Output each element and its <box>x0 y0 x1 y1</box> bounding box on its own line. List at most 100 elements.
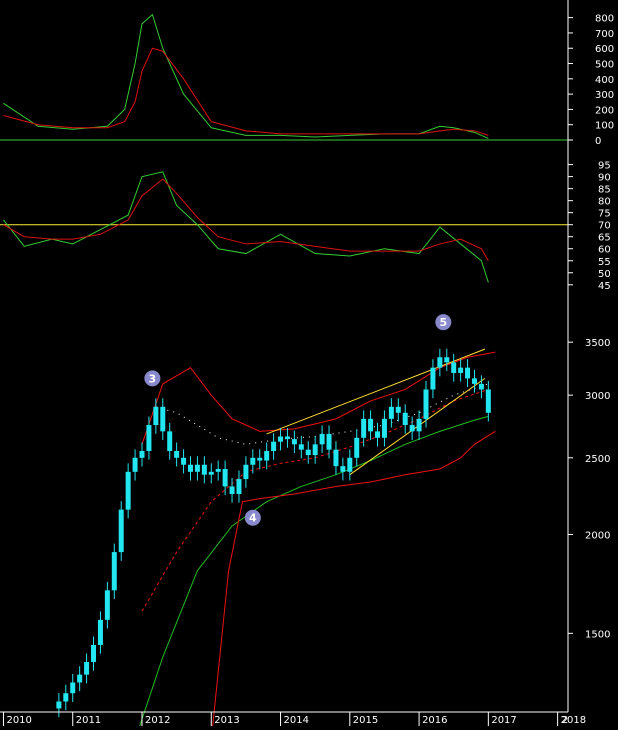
candle-body <box>181 457 187 465</box>
candle-body <box>451 362 457 373</box>
xtick-label: 2017 <box>491 715 516 726</box>
xtick-label: 2010 <box>6 715 31 726</box>
candle-body <box>132 457 138 472</box>
candle-body <box>174 450 180 458</box>
candle-body <box>257 457 263 461</box>
wave-marker-label: 5 <box>439 316 447 329</box>
top-ytick-label: 700 <box>595 29 614 40</box>
middle-ytick-label: 55 <box>598 257 611 268</box>
candle-body <box>77 674 83 683</box>
middle-ytick-label: 50 <box>598 269 611 280</box>
candle-body <box>264 450 270 461</box>
candle-body <box>208 471 214 475</box>
candle-body <box>84 661 90 675</box>
xtick-label: 2014 <box>284 715 309 726</box>
candle-body <box>423 389 429 419</box>
candle-body <box>201 464 207 475</box>
top-ytick-label: 200 <box>595 105 614 116</box>
wave-marker-label: 3 <box>149 372 157 385</box>
candle-body <box>70 682 76 694</box>
middle-ytick-label: 60 <box>598 245 611 256</box>
middle-ytick-label: 65 <box>598 233 611 244</box>
candle-body <box>312 444 318 456</box>
candle-body <box>388 406 394 419</box>
candle-body <box>194 464 200 472</box>
xtick-label: 2016 <box>422 715 447 726</box>
xtick-label: 2011 <box>76 715 101 726</box>
top-ytick-label: 800 <box>595 14 614 25</box>
xtick-label: 2012 <box>145 715 170 726</box>
middle-ytick-label: 85 <box>598 185 611 196</box>
candle-body <box>430 367 436 390</box>
candle-body <box>381 418 387 438</box>
candle-body <box>111 552 117 591</box>
candle-body <box>229 486 235 495</box>
candle-body <box>146 425 152 451</box>
price-ytick-label: 3500 <box>585 338 610 349</box>
candle-body <box>243 464 249 480</box>
top-ytick-label: 600 <box>595 44 614 55</box>
candle-body <box>250 457 256 465</box>
price-ytick-label: 2500 <box>585 454 610 465</box>
candle-body <box>104 590 110 620</box>
candle-body <box>402 412 408 426</box>
candle-body <box>222 468 228 487</box>
candle-body <box>97 619 103 645</box>
candle-body <box>167 431 173 451</box>
candle-body <box>298 444 304 450</box>
candle-body <box>271 441 277 451</box>
candle-body <box>125 471 131 510</box>
candle-body <box>347 457 353 472</box>
price-ytick-label: 2000 <box>585 530 610 541</box>
xtick-label: 2013 <box>214 715 239 726</box>
candle-body <box>444 357 450 363</box>
candle-body <box>319 433 325 445</box>
price-ytick-label: 3000 <box>585 391 610 402</box>
middle-ytick-label: 90 <box>598 173 611 184</box>
candle-body <box>485 389 491 413</box>
xtick-label-partial: 2 <box>562 715 568 726</box>
candle-body <box>278 436 284 442</box>
middle-ytick-label: 75 <box>598 209 611 220</box>
candle-body <box>409 425 415 432</box>
candle-body <box>326 433 332 450</box>
xtick-label: 2015 <box>353 715 378 726</box>
candle-body <box>56 701 62 709</box>
candle-body <box>305 449 311 456</box>
candle-body <box>91 644 97 662</box>
candle-body <box>368 418 374 432</box>
chart-svg: 800 700 600 500 400 300 200 100 0 95908580757065… <box>0 0 618 730</box>
candle-body <box>215 468 221 472</box>
candle-body <box>437 357 443 368</box>
candle-body <box>478 383 484 390</box>
candle-body <box>375 431 381 438</box>
middle-ytick-label: 45 <box>598 281 611 292</box>
candle-body <box>236 479 242 495</box>
candle-body <box>471 378 477 384</box>
top-ytick-label: 400 <box>595 75 614 86</box>
chart-stage: 800 700 600 500 400 300 200 100 0 95 90 85 80 75 70 65… <box>0 0 618 730</box>
chart-background <box>0 0 618 726</box>
candle-body <box>139 450 145 458</box>
top-ytick-label: 500 <box>595 60 614 71</box>
middle-ytick-label: 70 <box>598 221 611 232</box>
middle-ytick-label: 80 <box>598 197 611 208</box>
candle-body <box>395 406 401 413</box>
candle-body <box>465 367 471 379</box>
price-ytick-label: 1500 <box>585 629 610 640</box>
candle-body <box>118 509 124 553</box>
top-ytick-label: 0 <box>595 136 601 147</box>
candle-body <box>284 436 290 440</box>
candle-body <box>333 449 339 467</box>
candle-body <box>153 406 159 426</box>
candle-body <box>361 418 367 438</box>
candle-body <box>458 367 464 373</box>
candle-body <box>340 466 346 472</box>
middle-ytick-label: 95 <box>598 161 611 172</box>
candle-body <box>416 418 422 432</box>
candle-body <box>291 439 297 445</box>
wave-marker-label: 4 <box>249 512 257 525</box>
top-ytick-label: 100 <box>595 121 614 132</box>
candle-body <box>354 437 360 458</box>
candle-body <box>63 693 69 702</box>
